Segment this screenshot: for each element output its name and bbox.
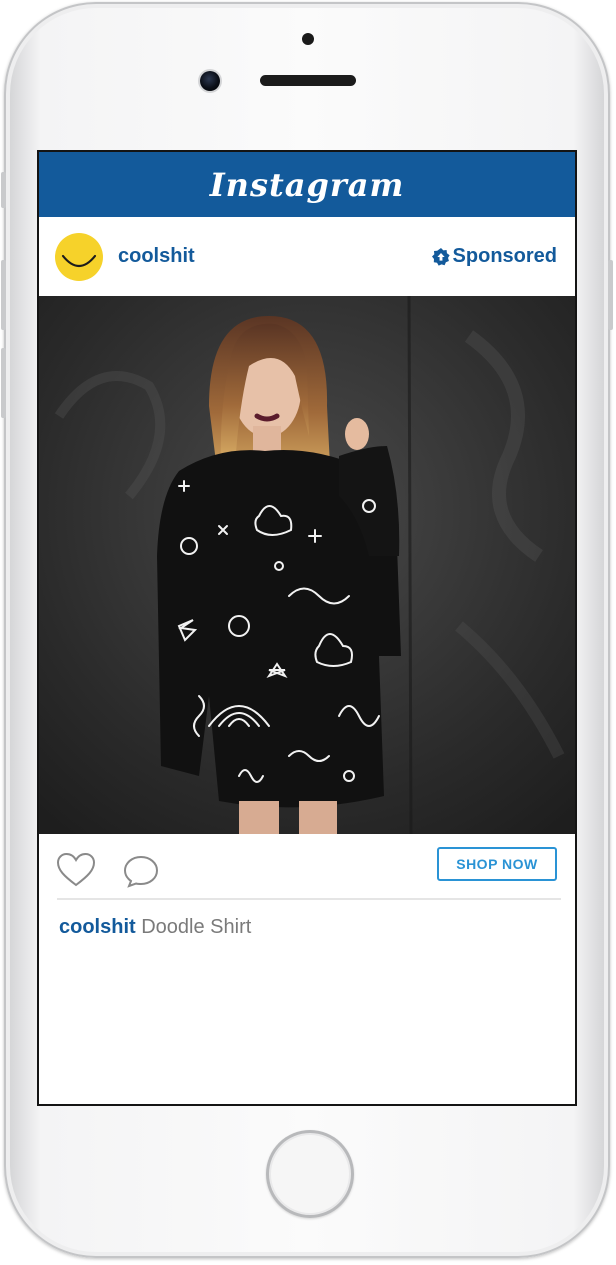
front-camera-icon (200, 71, 220, 91)
sponsored-icon (431, 247, 450, 266)
shop-now-button[interactable]: SHOP NOW (437, 847, 557, 881)
sponsored-badge[interactable]: Sponsored (431, 245, 557, 268)
power-button (608, 260, 613, 330)
caption-username[interactable]: coolshit (59, 916, 136, 938)
doodle-shirt-photo-icon (39, 296, 575, 834)
mute-switch (1, 172, 6, 208)
volume-up-button (1, 260, 6, 330)
post-header: coolshit Sponsored (39, 217, 575, 296)
comment-bubble-icon[interactable] (123, 854, 159, 888)
proximity-sensor (302, 33, 314, 45)
earpiece-speaker (260, 75, 356, 86)
phone-screen: Instagram coolshit Sponsored SHOP NOW co… (37, 150, 577, 1106)
app-header: Instagram (39, 152, 575, 217)
post-photo[interactable] (39, 296, 575, 834)
home-button[interactable] (266, 1130, 354, 1218)
instagram-logo: Instagram (209, 165, 405, 204)
post-username[interactable]: coolshit (118, 245, 195, 268)
volume-down-button (1, 348, 6, 418)
caption-text: Doodle Shirt (141, 916, 252, 938)
divider (57, 898, 561, 900)
heart-icon[interactable] (56, 852, 96, 888)
post-actions: SHOP NOW (39, 834, 575, 898)
smiley-face-icon[interactable] (55, 232, 103, 281)
sponsored-label: Sponsored (452, 245, 557, 267)
post-caption: coolshit Doodle Shirt (59, 916, 251, 939)
